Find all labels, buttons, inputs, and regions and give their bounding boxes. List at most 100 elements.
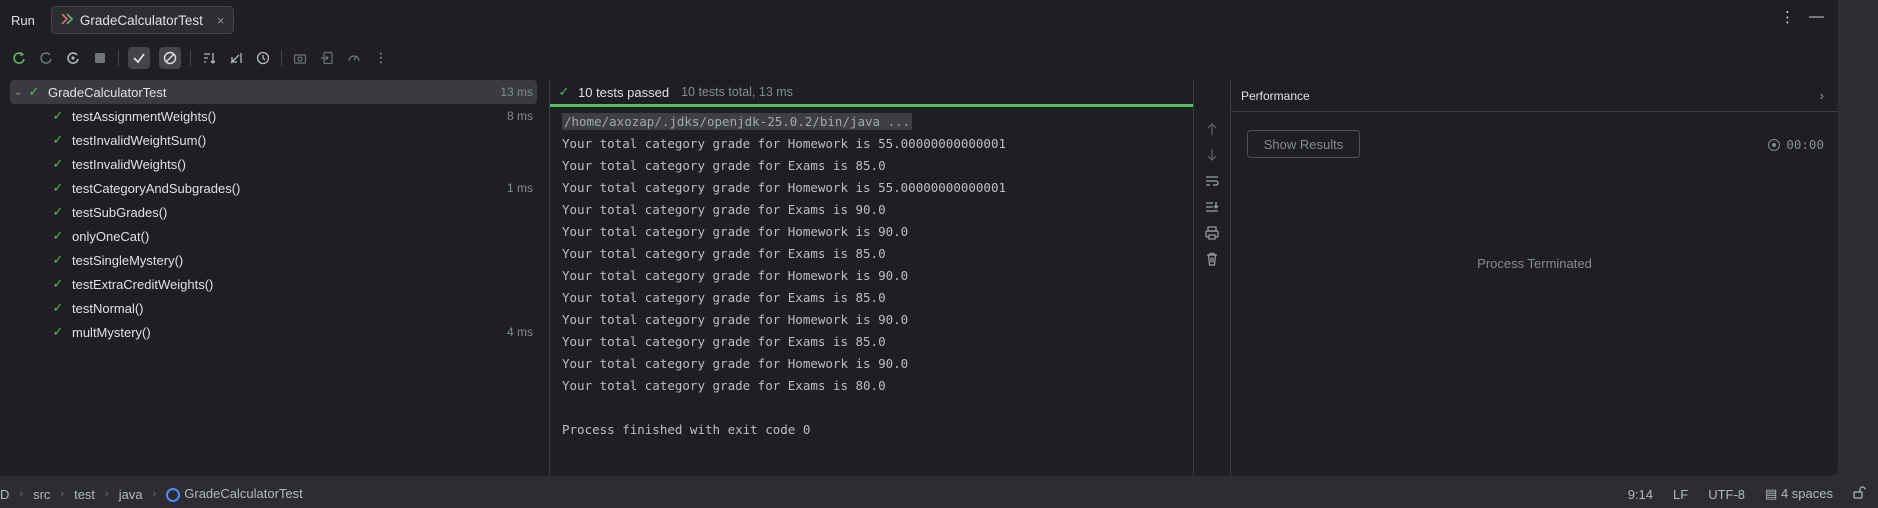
timer-value: 00:00 (1786, 137, 1824, 152)
console-output[interactable]: /home/axozap/.jdks/openjdk-25.0.2/bin/ja… (550, 107, 1192, 441)
chevron-right-icon: › (152, 488, 157, 500)
console-line: Your total category grade for Exams is 9… (562, 202, 886, 217)
test-duration: 1 ms (506, 181, 533, 195)
console-line: Your total category grade for Homework i… (562, 136, 1007, 151)
toggle-autotest-icon[interactable] (64, 49, 82, 67)
check-icon: ✓ (28, 84, 40, 99)
stop-icon[interactable] (91, 49, 109, 67)
performance-title: Performance (1241, 88, 1310, 103)
console-line: Your total category grade for Exams is 8… (562, 334, 886, 349)
console-line: Your total category grade for Exams is 8… (562, 158, 886, 173)
tree-item[interactable]: ✓ onlyOneCat() (10, 224, 537, 248)
tree-item[interactable]: ✓ multMystery() 4 ms (10, 320, 537, 344)
indent-icon: ▤ (1765, 486, 1778, 501)
arrow-down-icon[interactable] (1206, 148, 1218, 166)
process-terminated-label: Process Terminated (1477, 256, 1592, 271)
check-icon: ✓ (52, 132, 64, 147)
tree-item[interactable]: ✓ testNormal() (10, 296, 537, 320)
tree-root-gradecalculatortest[interactable]: ⌄ ✓ GradeCalculatorTest 13 ms (10, 80, 537, 104)
scroll-to-end-icon[interactable] (1205, 200, 1219, 218)
print-icon[interactable] (1205, 226, 1219, 244)
more-icon[interactable]: ⋮ (372, 49, 390, 67)
rerun-icon[interactable] (10, 49, 28, 67)
chevron-down-icon[interactable]: ⌄ (14, 87, 26, 98)
test-duration: 8 ms (506, 109, 533, 123)
test-name: testAssignmentWeights() (72, 108, 217, 124)
console-pane: ✓ 10 tests passed 10 tests total, 13 ms … (549, 80, 1193, 476)
breadcrumb-item-class[interactable]: GradeCalculatorTest (166, 486, 303, 502)
toolbar-divider (190, 50, 191, 66)
more-options-icon[interactable]: ⋮ (1780, 8, 1795, 26)
timer: 00:00 (1768, 137, 1824, 152)
arrow-up-icon[interactable] (1206, 122, 1218, 140)
test-duration: 4 ms (506, 325, 533, 339)
console-line: /home/axozap/.jdks/openjdk-25.0.2/bin/ja… (562, 111, 1192, 133)
console-line: Process finished with exit code 0 (562, 422, 811, 437)
breadcrumb: D › src › test › java › GradeCalculatorT… (0, 486, 303, 502)
console-line: Your total category grade for Homework i… (562, 224, 909, 239)
tree-item[interactable]: ✓ testAssignmentWeights() 8 ms (10, 104, 537, 128)
soft-wrap-icon[interactable] (1205, 174, 1219, 192)
trash-icon[interactable] (1205, 252, 1219, 270)
show-passed-icon[interactable] (128, 47, 150, 69)
check-icon: ✓ (52, 324, 64, 339)
close-icon[interactable]: × (217, 13, 225, 28)
chevron-right-icon: › (60, 488, 65, 500)
test-name: testInvalidWeightSum() (72, 132, 207, 148)
test-name: testCategoryAndSubgrades() (72, 180, 241, 196)
coverage-icon[interactable] (345, 49, 363, 67)
tab-gradecalculatortest[interactable]: GradeCalculatorTest × (50, 6, 234, 34)
tree-item[interactable]: ✓ testInvalidWeights() (10, 152, 537, 176)
tool-window-header: Run GradeCalculatorTest × ⋮ — (0, 0, 1838, 40)
java-command[interactable]: /home/axozap/.jdks/openjdk-25.0.2/bin/ja… (562, 113, 913, 130)
show-ignored-icon[interactable] (159, 47, 181, 69)
rerun-failed-icon[interactable] (37, 49, 55, 67)
tree-item[interactable]: ✓ testSubGrades() (10, 200, 537, 224)
show-results-button[interactable]: Show Results (1247, 130, 1360, 158)
lock-icon[interactable] (1853, 486, 1866, 502)
collapse-icon[interactable] (227, 49, 245, 67)
test-tree: ⌄ ✓ GradeCalculatorTest 13 ms ✓ testAssi… (10, 80, 537, 344)
chevron-right-icon: › (105, 488, 109, 500)
file-encoding[interactable]: UTF-8 (1708, 487, 1745, 502)
indent-label: 4 spaces (1780, 486, 1833, 501)
check-icon: ✓ (52, 252, 64, 267)
breadcrumb-item[interactable]: java (119, 487, 143, 502)
indent-setting[interactable]: ▤ 4 spaces (1765, 486, 1833, 502)
test-name: multMystery() (72, 324, 151, 340)
console-line: Your total category grade for Exams is 8… (562, 246, 886, 261)
breadcrumb-item[interactable]: src (33, 487, 50, 502)
test-name: testExtraCreditWeights() (72, 276, 214, 292)
console-line: Your total category grade for Homework i… (562, 268, 909, 283)
screenshot-icon[interactable] (291, 49, 309, 67)
console-line: Your total category grade for Homework i… (562, 180, 1007, 195)
minimize-icon[interactable]: — (1809, 8, 1824, 26)
tree-item[interactable]: ✓ testCategoryAndSubgrades() 1 ms (10, 176, 537, 200)
test-class-name: GradeCalculatorTest (48, 84, 167, 100)
tree-item[interactable]: ✓ testInvalidWeightSum() (10, 128, 537, 152)
sort-icon[interactable] (200, 49, 218, 67)
check-icon: ✓ (52, 300, 64, 315)
import-icon[interactable] (318, 49, 336, 67)
caret-position[interactable]: 9:14 (1628, 487, 1653, 502)
history-icon[interactable] (254, 49, 272, 67)
check-icon: ✓ (52, 108, 64, 123)
tree-item[interactable]: ✓ testSingleMystery() (10, 248, 537, 272)
toolbar-divider (281, 50, 282, 66)
check-icon: ✓ (52, 180, 64, 195)
chevron-right-icon[interactable]: › (1820, 88, 1824, 103)
tests-total-label: 10 tests total, 13 ms (681, 85, 793, 99)
line-separator[interactable]: LF (1673, 487, 1688, 502)
test-toolbar: ⋮ (0, 44, 1838, 72)
run-title: Run (11, 12, 35, 28)
test-name: testSingleMystery() (72, 252, 184, 268)
tree-item[interactable]: ✓ testExtraCreditWeights() (10, 272, 537, 296)
toolbar-divider (118, 50, 119, 66)
console-line: Your total category grade for Homework i… (562, 356, 909, 371)
check-icon: ✓ (52, 276, 64, 291)
console-line: Your total category grade for Exams is 8… (562, 378, 886, 393)
run-config-icon (60, 12, 74, 29)
breadcrumb-item[interactable]: test (74, 487, 95, 502)
breadcrumb-item[interactable]: D (0, 487, 9, 502)
